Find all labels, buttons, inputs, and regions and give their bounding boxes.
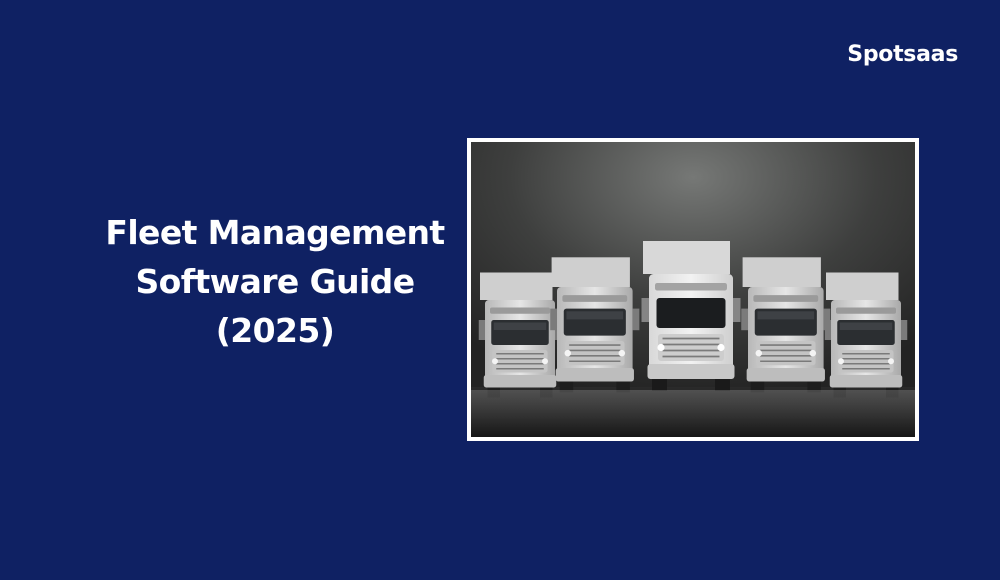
- headline-line-1: Fleet Management: [105, 213, 445, 252]
- truck-center: [641, 241, 741, 391]
- truck-far-right: [824, 271, 908, 399]
- banner: Spotsaas Fleet Management Software Guide…: [0, 0, 1000, 580]
- spotsaas-logo: Spotsaas: [847, 42, 958, 67]
- headline: Fleet Management Software Guide (2025): [60, 208, 490, 355]
- trucks-photo: [467, 138, 919, 441]
- headline-line-3: (2025): [215, 311, 335, 350]
- truck-far-left: [478, 271, 562, 399]
- floor-reflection: [471, 390, 915, 437]
- truck-right: [740, 256, 832, 394]
- headline-line-2: Software Guide: [135, 262, 416, 301]
- truck-left: [549, 256, 641, 394]
- five-white-semi-trucks-icon: [471, 142, 915, 437]
